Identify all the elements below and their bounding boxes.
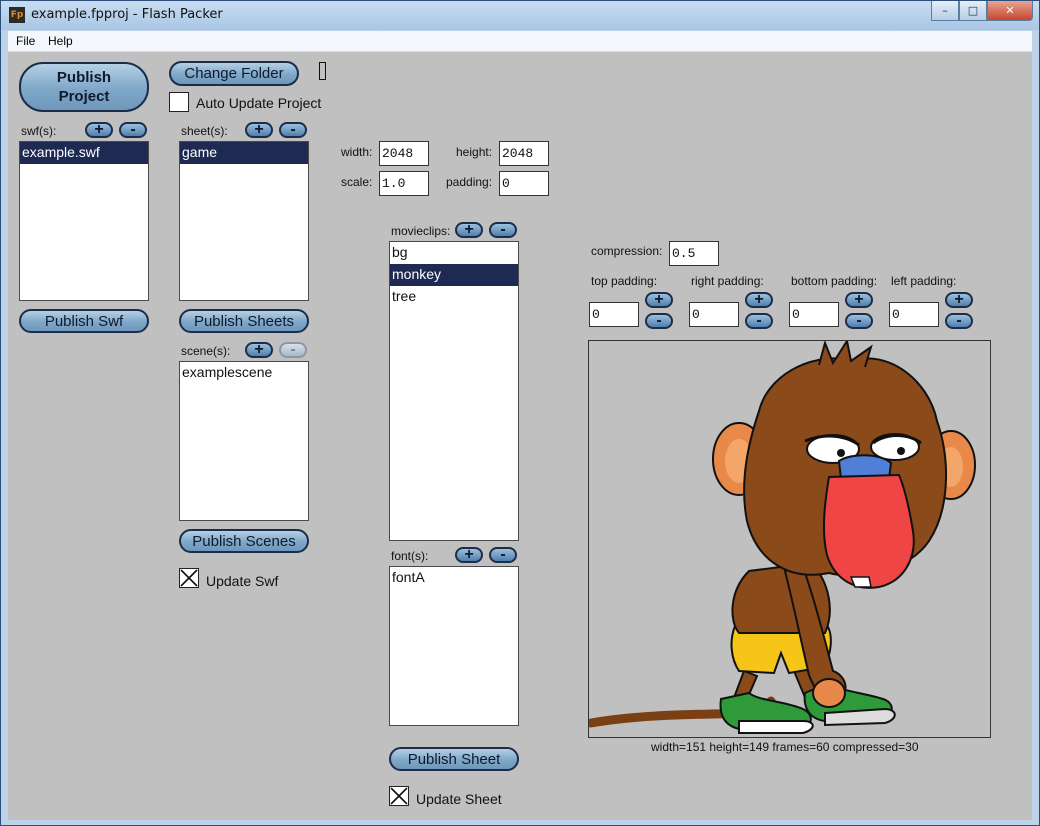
preview-info: width=151 height=149 frames=60 compresse… — [651, 740, 919, 754]
checkmark-icon — [180, 569, 198, 587]
font-list-item[interactable]: fontA — [390, 567, 518, 589]
scene-list[interactable]: examplescene — [179, 361, 309, 521]
scale-input[interactable]: 1.0 — [379, 171, 429, 196]
title-bar[interactable]: Fp example.fpproj - Flash Packer – □ ✕ — [1, 1, 1039, 30]
bottom-padding-increase-button[interactable]: + — [845, 292, 873, 308]
main-panel: Publish Project swf(s): + - example.swf … — [8, 52, 1032, 820]
add-font-button[interactable]: + — [455, 547, 483, 563]
menu-help[interactable]: Help — [48, 34, 73, 48]
left-padding-label: left padding: — [891, 274, 957, 288]
update-swf-label: Update Swf — [206, 573, 279, 589]
publish-swf-button[interactable]: Publish Swf — [19, 309, 149, 333]
close-button[interactable]: ✕ — [987, 1, 1033, 21]
left-padding-input[interactable]: 0 — [889, 302, 939, 327]
update-swf-checkbox[interactable] — [179, 568, 199, 588]
checkmark-icon — [390, 787, 408, 805]
top-padding-label: top padding: — [591, 274, 658, 288]
bottom-padding-input[interactable]: 0 — [789, 302, 839, 327]
scene-list-item[interactable]: examplescene — [180, 362, 308, 384]
remove-sheet-button[interactable]: - — [279, 122, 307, 138]
menu-file[interactable]: File — [16, 34, 35, 48]
remove-font-button[interactable]: - — [489, 547, 517, 563]
fonts-label: font(s): — [391, 549, 429, 563]
height-label: height: — [456, 145, 493, 159]
window-title: example.fpproj - Flash Packer — [31, 7, 223, 22]
remove-scene-button[interactable]: - — [279, 342, 307, 358]
bottom-padding-label: bottom padding: — [791, 274, 878, 288]
left-padding-increase-button[interactable]: + — [945, 292, 973, 308]
maximize-button[interactable]: □ — [959, 1, 987, 21]
movieclip-list-item[interactable]: monkey — [390, 264, 518, 286]
movieclip-list[interactable]: bg monkey tree — [389, 241, 519, 541]
add-scene-button[interactable]: + — [245, 342, 273, 358]
publish-project-label-line1: Publish — [56, 69, 112, 86]
update-sheet-checkbox[interactable] — [389, 786, 409, 806]
publish-scenes-button[interactable]: Publish Scenes — [179, 529, 309, 553]
movieclips-label: movieclips: — [391, 224, 451, 238]
remove-swf-button[interactable]: - — [119, 122, 147, 138]
add-swf-button[interactable]: + — [85, 122, 113, 138]
swf-list[interactable]: example.swf — [19, 141, 149, 301]
add-sheet-button[interactable]: + — [245, 122, 273, 138]
swfs-label: swf(s): — [21, 124, 57, 138]
sheet-list-item[interactable]: game — [180, 142, 308, 164]
publish-project-button[interactable]: Publish Project — [19, 62, 149, 112]
top-padding-increase-button[interactable]: + — [645, 292, 673, 308]
right-padding-increase-button[interactable]: + — [745, 292, 773, 308]
publish-project-label-line2: Project — [58, 88, 110, 105]
swf-list-item[interactable]: example.swf — [20, 142, 148, 164]
padding-input[interactable]: 0 — [499, 171, 549, 196]
minimize-button[interactable]: – — [931, 1, 959, 21]
bottom-padding-decrease-button[interactable]: - — [845, 313, 873, 329]
width-label: width: — [341, 145, 373, 159]
left-padding-decrease-button[interactable]: - — [945, 313, 973, 329]
top-padding-decrease-button[interactable]: - — [645, 313, 673, 329]
remove-movieclip-button[interactable]: - — [489, 222, 517, 238]
publish-sheets-button[interactable]: Publish Sheets — [179, 309, 309, 333]
right-padding-input[interactable]: 0 — [689, 302, 739, 327]
menu-bar: File Help — [8, 31, 1032, 52]
window-controls: – □ ✕ — [931, 1, 1033, 21]
auto-update-project-label: Auto Update Project — [196, 95, 322, 111]
folder-path-field[interactable] — [319, 62, 326, 80]
font-list[interactable]: fontA — [389, 566, 519, 726]
width-input[interactable]: 2048 — [379, 141, 429, 166]
sheet-list[interactable]: game — [179, 141, 309, 301]
publish-sheet-button[interactable]: Publish Sheet — [389, 747, 519, 771]
padding-label: padding: — [446, 175, 493, 189]
update-sheet-label: Update Sheet — [416, 791, 502, 807]
app-icon: Fp — [9, 7, 25, 23]
auto-update-project-checkbox[interactable] — [169, 92, 189, 112]
right-padding-decrease-button[interactable]: - — [745, 313, 773, 329]
sheets-label: sheet(s): — [181, 124, 228, 138]
movieclip-preview — [588, 340, 991, 738]
compression-input[interactable]: 0.5 — [669, 241, 719, 266]
movieclip-list-item[interactable]: tree — [390, 286, 518, 308]
scenes-label: scene(s): — [181, 344, 231, 358]
compression-label: compression: — [591, 244, 663, 258]
right-padding-label: right padding: — [691, 274, 764, 288]
height-input[interactable]: 2048 — [499, 141, 549, 166]
scale-label: scale: — [341, 175, 373, 189]
app-window: Fp example.fpproj - Flash Packer – □ ✕ F… — [0, 0, 1040, 826]
monkey-illustration — [589, 341, 976, 734]
add-movieclip-button[interactable]: + — [455, 222, 483, 238]
top-padding-input[interactable]: 0 — [589, 302, 639, 327]
change-folder-button[interactable]: Change Folder — [169, 61, 299, 86]
movieclip-list-item[interactable]: bg — [390, 242, 518, 264]
